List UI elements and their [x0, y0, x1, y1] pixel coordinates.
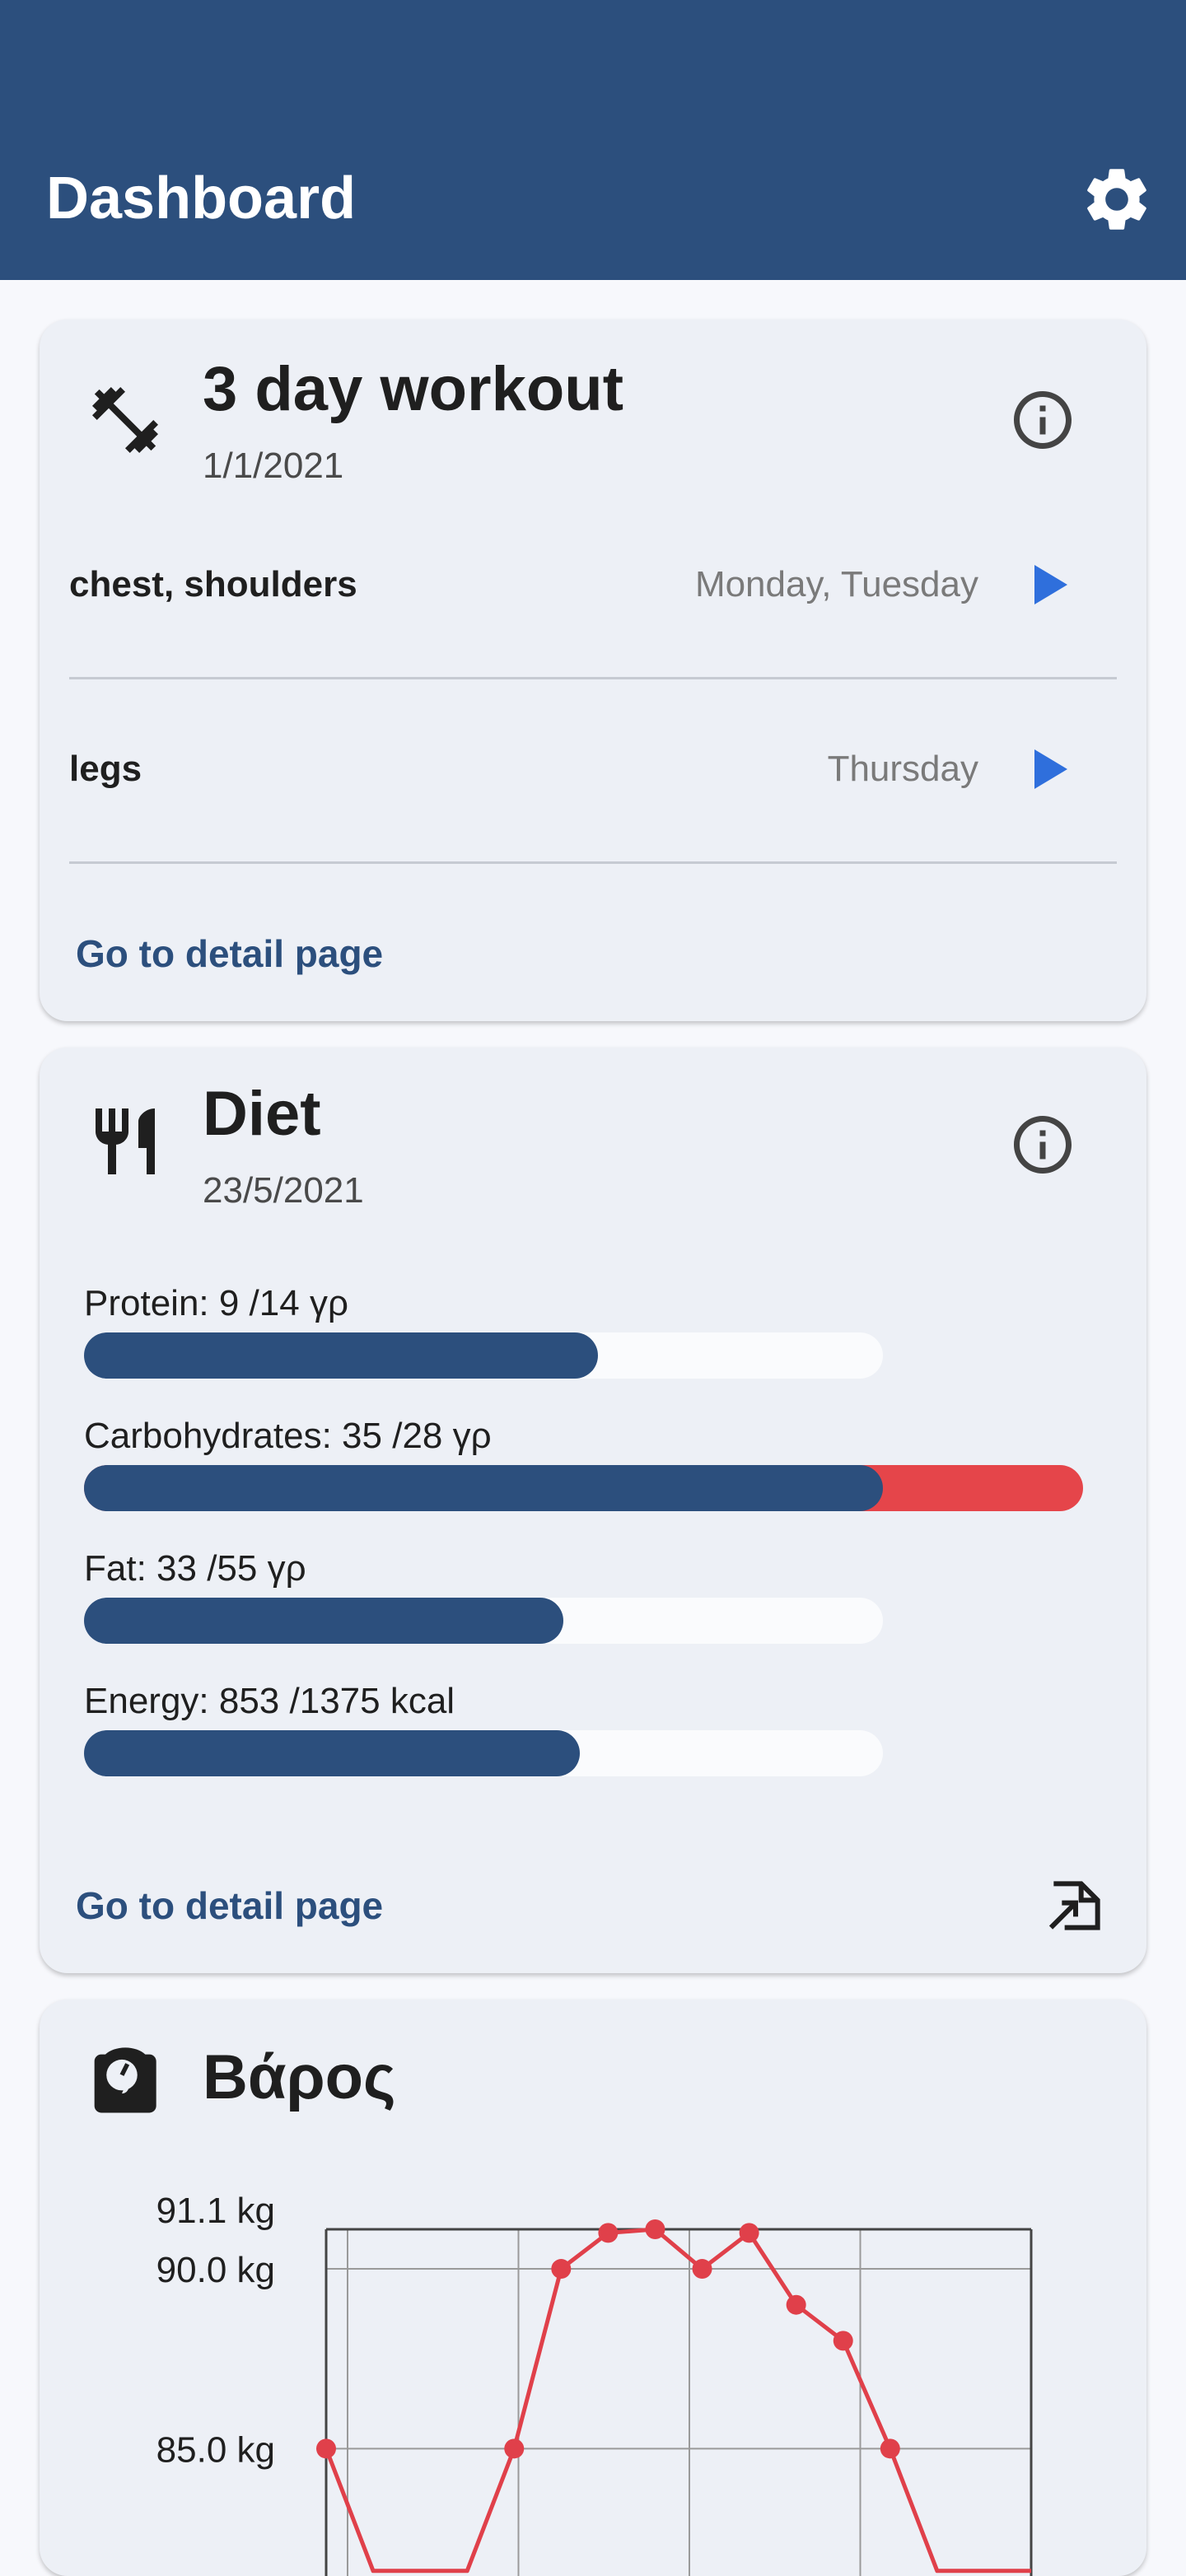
info-icon[interactable]: [1008, 1110, 1077, 1179]
workout-title: 3 day workout: [203, 354, 623, 424]
progress-fill: [84, 1730, 580, 1776]
weight-chart: 91.1 kg 90.0 kg 85.0 kg: [156, 2191, 1033, 2576]
workout-date: 1/1/2021: [203, 446, 344, 486]
diet-card: Diet 23/5/2021 Protein: 9 /14 γρ Carbohyd…: [40, 1048, 1146, 1973]
nutrient-label: Energy: 853 /1375 kcal: [84, 1681, 455, 1721]
gear-icon[interactable]: [1079, 161, 1155, 237]
data-point: [645, 2219, 665, 2239]
nutrient-label: Carbohydrates: 35 /28 γρ: [84, 1416, 492, 1456]
progress-fill: [84, 1598, 563, 1644]
data-point: [833, 2331, 853, 2351]
diet-date: 23/5/2021: [203, 1170, 364, 1211]
nutrient-label: Fat: 33 /55 γρ: [84, 1548, 306, 1589]
data-point: [786, 2294, 806, 2315]
progress-fill: [84, 1332, 598, 1379]
page-title: Dashboard: [46, 166, 357, 231]
nutrient-label: Protein: 9 /14 γρ: [84, 1283, 348, 1323]
y-tick-label: 90.0 kg: [156, 2250, 275, 2290]
divider: [69, 861, 1117, 864]
data-point: [880, 2438, 900, 2459]
series-line: [324, 2227, 1031, 2574]
workout-row-name: legs: [69, 749, 142, 789]
diet-title: Diet: [203, 1079, 321, 1149]
data-point: [598, 2223, 619, 2243]
y-tick-label: 91.1 kg: [156, 2191, 275, 2231]
fork-knife-icon: [86, 1102, 165, 1181]
data-point: [504, 2438, 525, 2459]
info-icon[interactable]: [1008, 385, 1077, 455]
workout-row-days: Thursday: [827, 749, 978, 789]
y-tick-label: 85.0 kg: [156, 2429, 275, 2470]
dumbbell-icon: [86, 380, 165, 460]
workout-card: 3 day workout 1/1/2021 chest, shoulders …: [40, 320, 1146, 1021]
workout-row-name: chest, shoulders: [69, 564, 357, 604]
divider: [69, 677, 1117, 679]
play-icon[interactable]: [1021, 558, 1074, 611]
workout-row-days: Monday, Tuesday: [694, 564, 978, 604]
go-to-detail-link[interactable]: Go to detail page: [76, 929, 383, 978]
app-bar: Dashboard: [0, 0, 1186, 280]
data-point: [692, 2259, 712, 2280]
weight-card: Βάρος 91.1 kg 90.0 kg 85.0 kg: [40, 2000, 1146, 2576]
progress-fill: [84, 1465, 883, 1511]
play-icon[interactable]: [1021, 743, 1074, 796]
data-point: [551, 2259, 572, 2280]
data-point: [316, 2438, 336, 2459]
export-icon[interactable]: [1043, 1873, 1109, 1939]
data-point: [739, 2223, 759, 2243]
go-to-detail-link[interactable]: Go to detail page: [76, 1881, 383, 1930]
